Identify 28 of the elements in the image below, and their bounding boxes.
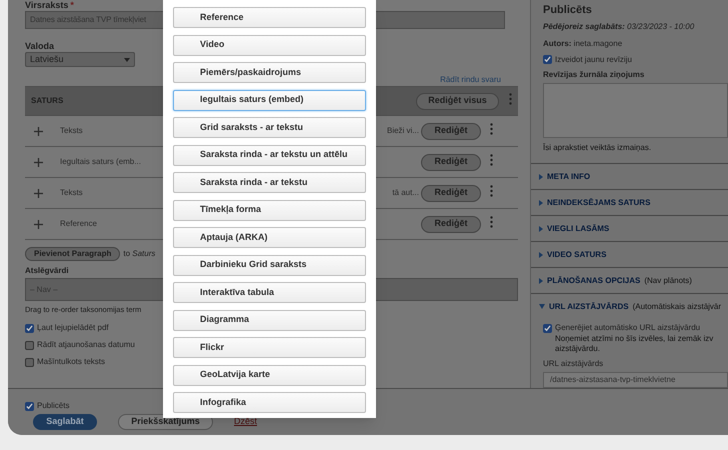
checkbox-label: Izveidot jaunu revīziju xyxy=(555,54,632,66)
field-label: Virsraksts xyxy=(25,0,68,10)
row-label: Teksts xyxy=(60,125,83,137)
checkbox-label: Mašīntulkots teksts xyxy=(37,356,106,368)
required-mark: * xyxy=(70,0,74,10)
checkbox-label: Ģenerējiet automātisko URL aizstājvārdu xyxy=(555,322,700,334)
row-summary: tā aut... xyxy=(392,187,419,199)
last-saved-text: Pēdējoreiz saglabāts: 03/23/2023 - 10:00 xyxy=(543,20,696,32)
checkbox-label: Rādīt atjaunošanas datumu xyxy=(37,339,135,352)
sidebar-heading: Publicēts xyxy=(543,3,593,18)
field-label: Atslēgvārdi xyxy=(25,266,69,276)
row-label: Reference xyxy=(60,218,97,230)
target-text: to Saturs xyxy=(123,248,156,260)
checkbox-label: Publicēts xyxy=(37,400,70,412)
author-text: Autors: ineta.magone xyxy=(543,38,624,50)
field-label: URL aizstājvārds xyxy=(543,358,604,370)
field-hint: Īsi aprakstiet veiktās izmaiņas. xyxy=(543,142,652,154)
column-heading: SATURS xyxy=(31,95,64,107)
field-label: Revīzijas žurnāla ziņojums xyxy=(543,68,644,80)
field-label: Valoda xyxy=(25,41,54,51)
section-note: (Nav plānots) xyxy=(644,274,692,286)
field-description: Noņemiet atzīmi no šīs izvēles, lai zemāk izv xyxy=(555,333,714,344)
section-note: (Automātiskais aizstājvār xyxy=(632,300,722,312)
row-label: Iegultais saturs (emb... xyxy=(60,156,141,168)
checkbox-label: Ļaut lejupielādēt pdf xyxy=(37,322,109,334)
row-label: Teksts xyxy=(60,187,83,199)
field-description: aizstājvārdu. xyxy=(555,344,600,354)
row-summary: Bieži vi... xyxy=(386,125,419,137)
